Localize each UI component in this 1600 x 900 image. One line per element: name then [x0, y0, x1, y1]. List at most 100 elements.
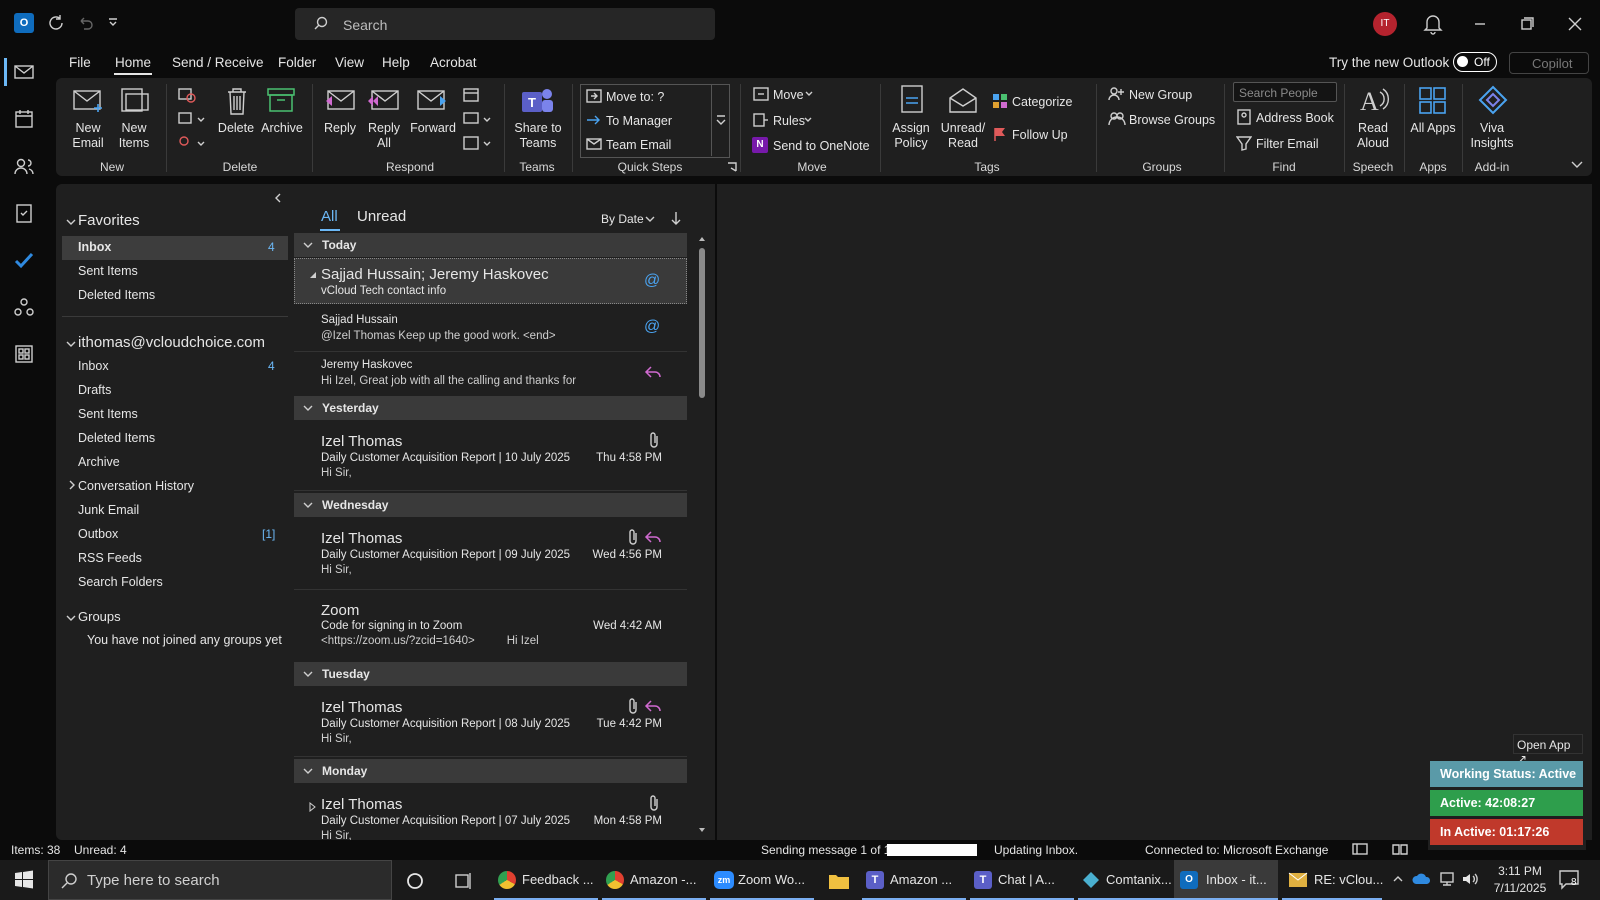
taskbar-app-comtanix[interactable]: Comtanix... [1078, 860, 1182, 900]
clock-time[interactable]: 3:11 PM [1490, 864, 1550, 878]
tasks-icon[interactable] [12, 201, 36, 225]
sync-icon[interactable] [46, 13, 66, 33]
follow-up-button[interactable]: Follow Up [1012, 128, 1068, 142]
folder-archive[interactable]: Archive [78, 455, 120, 469]
viva-insights-button[interactable]: Viva Insights [1466, 121, 1518, 151]
filter-email-button[interactable]: Filter Email [1256, 137, 1319, 151]
folder-drafts[interactable]: Drafts [78, 383, 111, 397]
send-to-onenote-button[interactable]: Send to OneNote [773, 139, 870, 153]
assign-policy-button[interactable]: Assign Policy [886, 121, 936, 151]
undo-icon[interactable] [76, 13, 96, 33]
reading-view-icon[interactable] [1392, 842, 1408, 856]
notification-icon[interactable]: 8 [1558, 869, 1582, 891]
collapse-pane-icon[interactable] [272, 192, 284, 204]
taskbar-app-chat[interactable]: T Chat | A... [970, 860, 1074, 900]
all-apps-button[interactable]: All Apps [1410, 121, 1456, 136]
im-reply-icon[interactable] [462, 110, 492, 128]
quick-steps-more-button[interactable] [711, 84, 729, 156]
org-icon[interactable] [12, 295, 36, 319]
dialog-launcher-icon[interactable] [727, 162, 737, 172]
browse-groups-button[interactable]: Browse Groups [1129, 113, 1215, 127]
search-people-input[interactable]: Search People [1233, 82, 1337, 102]
task-view-icon[interactable] [453, 871, 473, 891]
favorites-header[interactable]: Favorites [78, 212, 140, 229]
new-email-button[interactable]: New Email [64, 121, 112, 151]
fav-sent-items[interactable]: Sent Items [78, 264, 138, 278]
qs-to-manager[interactable]: To Manager [606, 114, 672, 128]
mail-icon[interactable] [12, 60, 36, 84]
network-icon[interactable] [1438, 871, 1456, 887]
unread-read-button[interactable]: Unread/ Read [936, 121, 990, 151]
calendar-icon[interactable] [12, 107, 36, 131]
archive-button[interactable]: Archive [258, 121, 306, 136]
folder-search-folders[interactable]: Search Folders [78, 575, 163, 589]
folder-junk-email[interactable]: Junk Email [78, 503, 139, 517]
restore-icon[interactable] [1513, 10, 1541, 38]
search-box[interactable]: Search [295, 8, 715, 40]
bell-icon[interactable] [1423, 13, 1443, 35]
copilot-button[interactable]: Copilot [1509, 52, 1589, 74]
folder-sent-items[interactable]: Sent Items [78, 407, 138, 421]
read-aloud-button[interactable]: Read Aloud [1348, 121, 1398, 151]
cortana-icon[interactable] [405, 871, 425, 891]
qs-move-to[interactable]: Move to: ? [606, 90, 664, 104]
expand-thread-icon[interactable] [309, 802, 317, 812]
taskbar-app-explorer[interactable] [818, 860, 858, 900]
fav-deleted-items[interactable]: Deleted Items [78, 288, 155, 302]
filter-all-tab[interactable]: All [321, 208, 338, 225]
customize-toolbar-icon[interactable] [106, 15, 120, 29]
account-header[interactable]: ithomas@vcloudchoice.com [78, 334, 265, 351]
reply-button[interactable]: Reply [318, 121, 362, 136]
tab-view[interactable]: View [335, 55, 364, 70]
more-respond-icon[interactable] [462, 134, 492, 152]
chevron-right-icon[interactable] [67, 480, 77, 490]
group-header-wednesday[interactable]: Wednesday [294, 493, 687, 517]
filter-unread-tab[interactable]: Unread [357, 208, 406, 225]
rules-button[interactable]: Rules [773, 114, 805, 128]
folder-conversation-history[interactable]: Conversation History [78, 479, 194, 493]
group-header-monday[interactable]: Monday [294, 759, 687, 783]
onedrive-icon[interactable] [1412, 872, 1432, 886]
normal-view-icon[interactable] [1352, 842, 1368, 856]
address-book-button[interactable]: Address Book [1256, 111, 1334, 125]
junk-icon[interactable] [176, 134, 206, 152]
new-group-button[interactable]: New Group [1129, 88, 1192, 102]
clock-date[interactable]: 7/11/2025 [1486, 881, 1554, 895]
folder-inbox[interactable]: Inbox [78, 359, 109, 373]
share-to-teams-button[interactable]: Share to Teams [510, 121, 566, 151]
tab-acrobat[interactable]: Acrobat [430, 55, 477, 70]
cleanup-icon[interactable] [176, 110, 206, 128]
folder-deleted-items[interactable]: Deleted Items [78, 431, 155, 445]
taskbar-app-amazon-chrome[interactable]: Amazon -... [602, 860, 706, 900]
close-icon[interactable] [1561, 10, 1589, 38]
folder-rss-feeds[interactable]: RSS Feeds [78, 551, 142, 565]
open-app-button[interactable]: Open App ↗ [1513, 734, 1583, 766]
groups-header[interactable]: Groups [78, 609, 121, 624]
scrollbar[interactable] [697, 234, 707, 836]
taskbar-search[interactable]: Type here to search [48, 860, 392, 900]
apps-icon[interactable] [12, 342, 36, 366]
tab-send-receive[interactable]: Send / Receive [172, 55, 264, 70]
ignore-icon[interactable] [176, 86, 198, 104]
ribbon-collapse-icon[interactable] [1570, 158, 1584, 170]
categorize-button[interactable]: Categorize [1012, 95, 1072, 109]
tab-folder[interactable]: Folder [278, 55, 316, 70]
taskbar-app-outlook-reply[interactable]: RE: vClou... [1282, 860, 1383, 900]
sort-direction-icon[interactable] [670, 210, 682, 226]
qs-team-email[interactable]: Team Email [606, 138, 671, 152]
windows-start-icon[interactable] [14, 870, 34, 890]
avatar[interactable]: IT [1373, 12, 1397, 36]
taskbar-app-amazon-teams[interactable]: T Amazon ... [862, 860, 966, 900]
minimize-icon[interactable] [1466, 10, 1494, 38]
chevron-up-icon[interactable] [1392, 873, 1404, 885]
meeting-reply-icon[interactable] [462, 86, 482, 104]
taskbar-app-outlook-inbox[interactable]: O Inbox - it... [1174, 860, 1278, 900]
reply-all-button[interactable]: Reply All [362, 121, 406, 151]
expand-thread-icon[interactable] [309, 271, 317, 279]
new-items-button[interactable]: New Items [110, 121, 158, 151]
chevron-down-icon[interactable] [65, 612, 77, 624]
tab-help[interactable]: Help [382, 55, 410, 70]
fav-inbox[interactable]: Inbox [78, 240, 111, 254]
delete-button[interactable]: Delete [214, 121, 258, 136]
group-header-today[interactable]: Today [294, 233, 687, 257]
